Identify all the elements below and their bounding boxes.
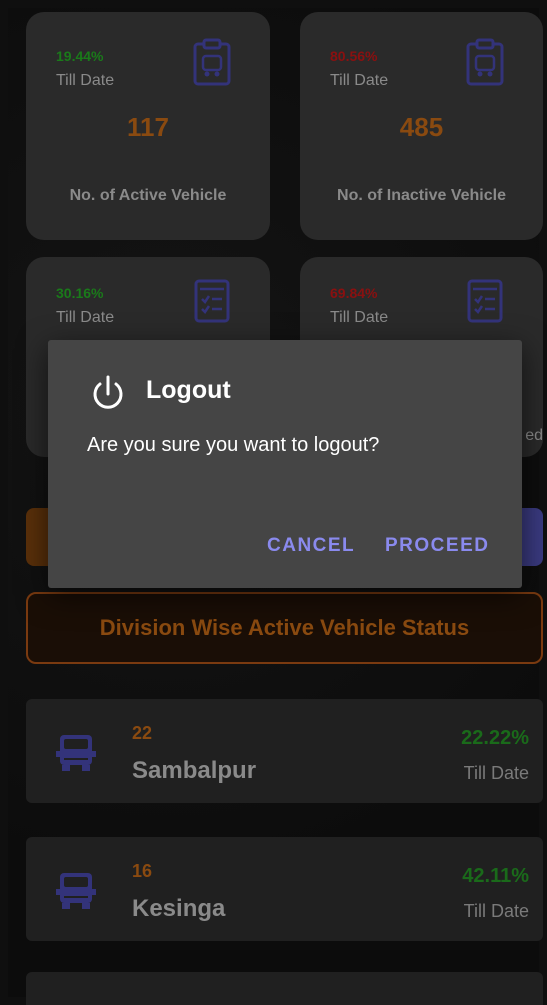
card-percent: 19.44% — [56, 48, 104, 64]
checklist-icon — [194, 279, 230, 323]
card-till-date: Till Date — [330, 309, 389, 326]
clipboard-vehicle-icon — [466, 38, 504, 86]
division-till-date: Till Date — [463, 901, 529, 921]
checklist-icon — [467, 279, 503, 323]
active-vehicle-card[interactable]: 19.44% Till Date 117 No. of Active Vehic… — [26, 12, 270, 240]
proceed-button[interactable]: PROCEED — [385, 535, 489, 557]
card-till-date: Till Date — [56, 309, 115, 326]
division-till-date: Till Date — [463, 763, 529, 783]
inactive-vehicle-card[interactable]: 80.56% Till Date 485 No. of Inactive Veh… — [300, 12, 543, 240]
division-row-partial[interactable] — [26, 972, 543, 1005]
power-icon — [93, 375, 123, 409]
card-count: 117 — [127, 112, 169, 142]
division-percent: 22.22% — [461, 727, 529, 749]
dialog-title: Logout — [146, 376, 231, 404]
card-label-fragment: ed — [525, 427, 543, 444]
logout-dialog: Logout Are you sure you want to logout? … — [48, 340, 522, 588]
card-count: 485 — [399, 112, 444, 142]
division-name: Sambalpur — [132, 757, 257, 784]
truck-icon — [56, 735, 96, 771]
card-label: No. of Inactive Vehicle — [337, 187, 506, 204]
card-percent: 80.56% — [330, 48, 378, 64]
division-row-sambalpur[interactable]: 22 Sambalpur 22.22% Till Date — [26, 699, 543, 803]
division-count: 22 — [132, 723, 153, 743]
card-till-date: Till Date — [56, 72, 115, 89]
card-label: No. of Active Vehicle — [69, 187, 227, 204]
app-screen: 19.44% Till Date 117 No. of Active Vehic… — [0, 0, 547, 1005]
division-row-kesinga[interactable]: 16 Kesinga 42.11% Till Date — [26, 837, 543, 941]
card-till-date: Till Date — [330, 72, 389, 89]
division-name: Kesinga — [132, 895, 226, 922]
dialog-message: Are you sure you want to logout? — [87, 434, 380, 456]
truck-icon — [56, 873, 96, 909]
division-percent: 42.11% — [462, 865, 529, 887]
division-status-header[interactable]: Division Wise Active Vehicle Status — [26, 592, 543, 664]
division-title: Division Wise Active Vehicle Status — [99, 615, 470, 640]
cancel-button[interactable]: CANCEL — [267, 535, 355, 557]
card-percent: 69.84% — [330, 285, 378, 301]
division-count: 16 — [132, 861, 153, 881]
card-percent: 30.16% — [56, 285, 104, 301]
clipboard-vehicle-icon — [193, 38, 231, 86]
